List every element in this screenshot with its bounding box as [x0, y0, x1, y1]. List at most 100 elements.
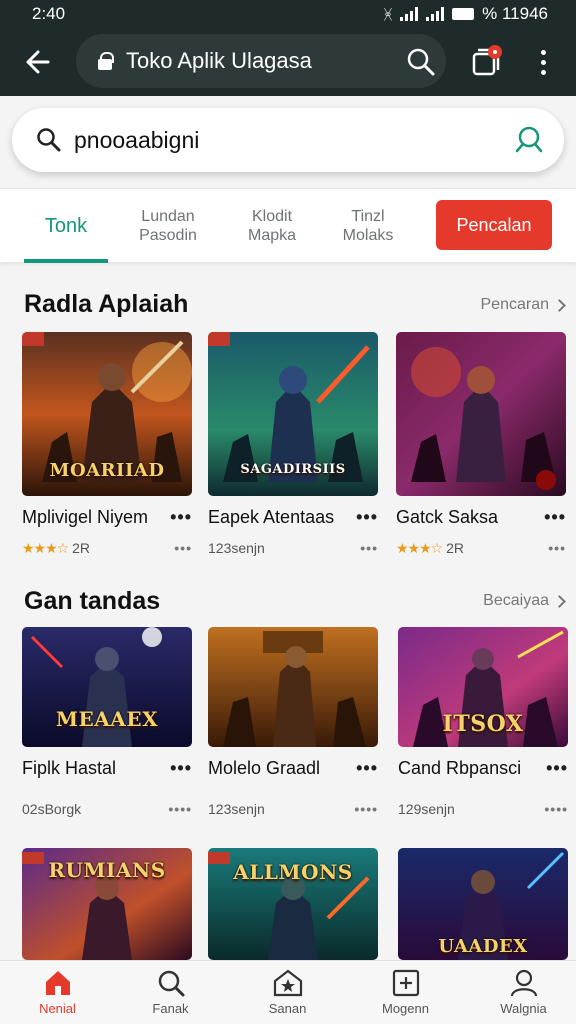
more-icon[interactable]: •••• [354, 801, 378, 817]
app-logo-text: MEAAEX [55, 707, 159, 731]
app-meta: 123senjn [208, 540, 265, 556]
search-icon [407, 48, 435, 76]
lock-icon [98, 52, 114, 70]
nav-label: Mogenn [382, 1001, 429, 1016]
overflow-menu-button[interactable] [528, 42, 558, 82]
nav-item-home[interactable]: Nenial [0, 961, 115, 1024]
nav-item-account[interactable]: Walgnia [466, 961, 576, 1024]
search-button[interactable] [406, 47, 436, 83]
more-icon[interactable]: ••• [170, 507, 192, 528]
section-more-label: Pencaran [480, 296, 550, 313]
app-card[interactable]: RUMIANS [22, 848, 192, 960]
app-card[interactable]: Molelo Graadl ••• 123senjn •••• [208, 627, 378, 819]
status-right-text: % 11946 [482, 4, 548, 23]
nav-label: Nenial [39, 1001, 76, 1016]
more-icon[interactable]: •••• [168, 801, 192, 817]
app-title: Cand Rbpansci [398, 757, 522, 778]
app-thumbnail: ITSOX [398, 627, 568, 747]
add-box-icon [392, 969, 419, 997]
tab-1[interactable]: Lundan Pasodin [126, 189, 210, 263]
app-meta: 2R [72, 539, 90, 556]
more-icon[interactable]: ••• [548, 540, 566, 556]
app-meta: 129senjn [398, 801, 455, 817]
search-icon [515, 126, 543, 153]
app-meta: 02sBorgk [22, 801, 82, 817]
app-thumbnail [396, 332, 566, 496]
more-icon[interactable]: ••• [360, 540, 378, 556]
app-thumbnail: MOARIIAD [22, 332, 192, 496]
app-thumbnail: RUMIANS [22, 848, 192, 960]
app-thumbnail: MEAAEX [22, 627, 192, 747]
nav-label: Fanak [152, 1001, 189, 1016]
address-bar[interactable]: Toko Aplik Ulagasa [76, 34, 446, 88]
signal-icon [400, 7, 419, 21]
more-icon[interactable]: •••• [544, 801, 568, 817]
app-meta: 2R [446, 539, 464, 556]
section-more-link[interactable]: Becaiyaa [483, 592, 566, 610]
more-icon[interactable]: ••• [170, 758, 192, 779]
app-thumbnail [208, 627, 378, 747]
vibrate-icon: ᚸ [383, 6, 393, 22]
page-title: Toko Aplik Ulagasa [126, 48, 312, 73]
app-thumbnail: ALLMONS [208, 848, 378, 960]
rating-stars: ★★★☆ [396, 539, 443, 556]
more-icon[interactable]: ••• [356, 507, 378, 528]
search-icon [37, 128, 61, 152]
app-bar: Toko Aplik Ulagasa [0, 28, 576, 96]
section-more-link[interactable]: Pencaran [480, 296, 566, 314]
status-bar: 2:40 ᚸ % 11946 [0, 0, 576, 28]
tabs-button[interactable] [466, 42, 506, 82]
apps-icon [273, 969, 302, 997]
search-submit-button[interactable] [514, 125, 544, 160]
search-icon [158, 970, 184, 997]
chevron-right-icon [553, 594, 566, 608]
tab-cta-button[interactable]: Pencalan [436, 200, 552, 250]
app-title: Molelo Graadl [208, 757, 321, 778]
section-title: Gan tandas [24, 587, 161, 615]
app-title: Gatck Saksa [396, 506, 499, 527]
app-logo-text: MOARIIAD [49, 460, 165, 481]
status-time: 2:40 [32, 4, 66, 23]
account-icon [510, 969, 537, 997]
home-icon [45, 971, 70, 995]
more-icon[interactable]: ••• [544, 507, 566, 528]
more-icon[interactable]: ••• [546, 758, 568, 779]
section-more-label: Becaiyaa [483, 592, 549, 609]
app-logo-text: ALLMONS [233, 860, 353, 884]
category-tabs: Tonk Lundan Pasodin Klodit Mapka Tinzl M… [0, 188, 576, 263]
battery-icon [452, 8, 475, 20]
app-card[interactable]: Gatck Saksa ••• ★★★☆ 2R ••• [396, 332, 566, 558]
app-logo-text: UAADEX [438, 936, 528, 957]
app-card[interactable]: SAGADIRSIIS Eapek Atentaas ••• 123senjn ••… [208, 332, 378, 558]
app-card[interactable]: MOARIIAD Mplivigel Niyem ••• ★★★☆ 2R ••• [22, 332, 192, 558]
nav-label: Sanan [268, 1001, 307, 1016]
more-icon[interactable]: ••• [174, 540, 192, 556]
app-logo-text: SAGADIRSIIS [240, 462, 346, 477]
nav-label: Walgnia [500, 1001, 547, 1016]
search-input[interactable] [74, 126, 474, 154]
chevron-right-icon [553, 298, 566, 312]
back-button[interactable] [6, 28, 66, 96]
nav-item-library[interactable]: Mogenn [348, 961, 463, 1024]
tabs-icon [472, 45, 502, 76]
app-logo-text: ITSOX [442, 711, 524, 737]
app-thumbnail: SAGADIRSIIS [208, 332, 378, 496]
app-card[interactable]: MEAAEX Fiplk Hastal ••• 02sBorgk •••• [22, 627, 192, 819]
tab-3[interactable]: Tinzl Molaks [326, 189, 410, 263]
nav-item-apps[interactable]: Sanan [230, 961, 345, 1024]
more-icon[interactable]: ••• [356, 758, 378, 779]
app-meta: 123senjn [208, 801, 265, 817]
app-title: Mplivigel Niyem [22, 506, 149, 527]
tab-2[interactable]: Klodit Mapka [230, 189, 314, 263]
tab-0[interactable]: Tonk [24, 189, 108, 263]
app-card[interactable]: ALLMONS [208, 848, 378, 960]
nav-item-search[interactable]: Fanak [113, 961, 228, 1024]
app-title: Fiplk Hastal [22, 757, 117, 778]
app-card[interactable]: ITSOX Cand Rbpansci ••• 129senjn •••• [398, 627, 568, 819]
bottom-navigation: Nenial Fanak Sanan Mogenn Walgnia [0, 960, 576, 1024]
rating-stars: ★★★☆ [22, 539, 69, 556]
section-title: Radla Aplaiah [24, 290, 189, 318]
app-thumbnail: UAADEX [398, 848, 568, 960]
search-bar [12, 108, 564, 172]
app-card[interactable]: UAADEX [398, 848, 568, 960]
